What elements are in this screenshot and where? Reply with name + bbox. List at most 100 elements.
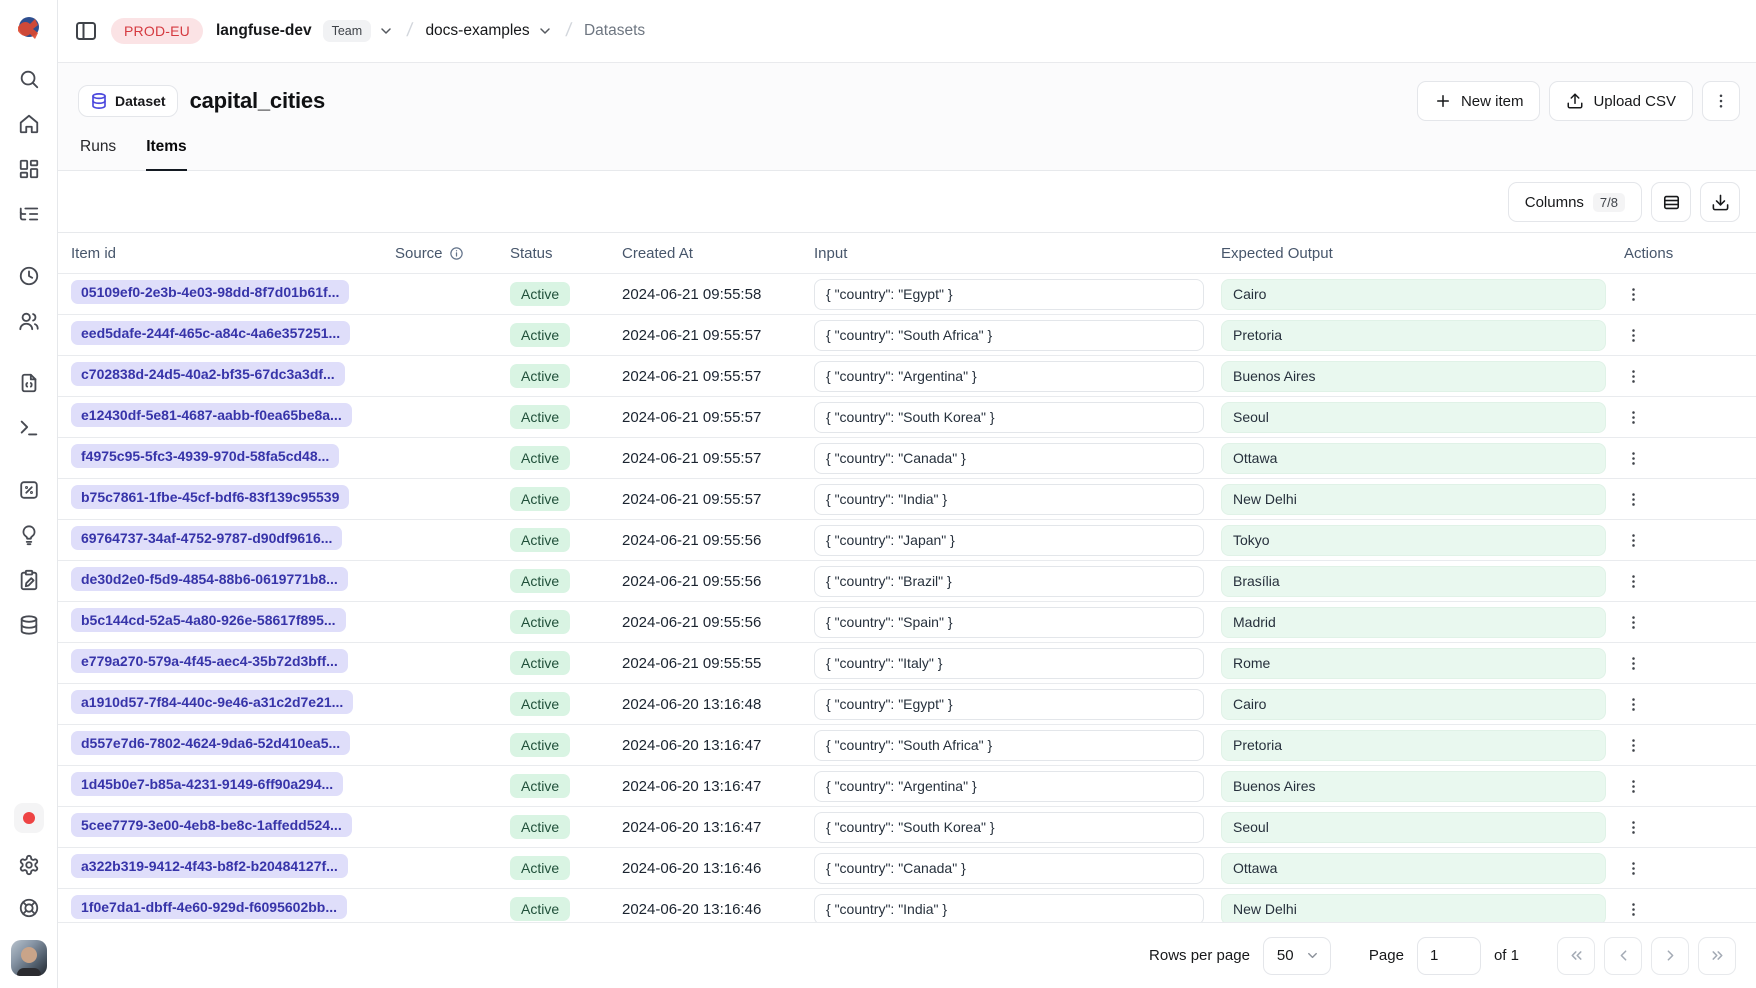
input-cell[interactable]: { "country": "Canada" } [814,443,1204,474]
sidebar-item-prompts[interactable] [17,372,41,394]
next-page-button[interactable] [1651,937,1689,975]
row-height-button[interactable] [1651,182,1691,222]
column-header-status[interactable]: Status [510,245,622,262]
expected-output-cell[interactable]: Ottawa [1221,853,1606,884]
item-id-pill[interactable]: 1f0e7da1-dbff-4e60-929d-f6095602bb... [71,895,347,919]
item-id-pill[interactable]: e12430df-5e81-4687-aabb-f0ea65be8a... [71,403,352,427]
table-row[interactable]: b75c7861-1fbe-45cf-bdf6-83f139c95539 Act… [58,478,1756,519]
expected-output-cell[interactable]: Rome [1221,648,1606,679]
sidebar-item-annotation-queues[interactable] [17,569,41,591]
input-cell[interactable]: { "country": "Egypt" } [814,279,1204,310]
input-cell[interactable]: { "country": "Argentina" } [814,771,1204,802]
sidebar-item-search[interactable] [17,68,41,90]
row-actions-button[interactable] [1618,607,1648,637]
breadcrumb-section[interactable]: Datasets [584,22,645,40]
input-cell[interactable]: { "country": "Italy" } [814,648,1204,679]
expected-output-cell[interactable]: Pretoria [1221,730,1606,761]
expected-output-cell[interactable]: Ottawa [1221,443,1606,474]
sidebar-item-sessions[interactable] [17,265,41,287]
expected-output-cell[interactable]: Pretoria [1221,320,1606,351]
page-number-input[interactable] [1417,937,1481,975]
row-actions-button[interactable] [1618,443,1648,473]
table-row[interactable]: d557e7d6-7802-4624-9da6-52d410ea5... Act… [58,724,1756,765]
expected-output-cell[interactable]: Brasília [1221,566,1606,597]
column-header-created-at[interactable]: Created At [622,245,814,262]
sidebar-item-home[interactable] [17,113,41,135]
input-cell[interactable]: { "country": "Brazil" } [814,566,1204,597]
item-id-pill[interactable]: c702838d-24d5-40a2-bf35-67dc3a3df... [71,362,345,386]
tab-items[interactable]: Items [146,138,187,171]
input-cell[interactable]: { "country": "Egypt" } [814,689,1204,720]
project-switcher-button[interactable] [537,23,553,39]
expected-output-cell[interactable]: Cairo [1221,689,1606,720]
table-row[interactable]: 05109ef0-2e3b-4e03-98dd-8f7d01b61f... Ac… [58,273,1756,314]
input-cell[interactable]: { "country": "Spain" } [814,607,1204,638]
item-id-pill[interactable]: de30d2e0-f5d9-4854-88b6-0619771b8... [71,567,348,591]
sidebar-item-dashboards[interactable] [17,158,41,180]
rows-per-page-select[interactable]: 50 [1263,937,1331,975]
input-cell[interactable]: { "country": "South Africa" } [814,320,1204,351]
table-row[interactable]: e779a270-579a-4f45-aec4-35b72d3bff... Ac… [58,642,1756,683]
input-cell[interactable]: { "country": "South Korea" } [814,812,1204,843]
input-cell[interactable]: { "country": "India" } [814,894,1204,923]
new-item-button[interactable]: New item [1417,81,1541,121]
sidebar-item-tracing[interactable] [17,203,41,225]
column-header-expected-output[interactable]: Expected Output [1221,245,1610,262]
item-id-pill[interactable]: 5cee7779-3e00-4eb8-be8c-1affedd524... [71,813,352,837]
table-row[interactable]: de30d2e0-f5d9-4854-88b6-0619771b8... Act… [58,560,1756,601]
table-row[interactable]: a322b319-9412-4f43-b8f2-b20484127f... Ac… [58,847,1756,888]
sidebar-item-users[interactable] [17,310,41,332]
first-page-button[interactable] [1557,937,1595,975]
row-actions-button[interactable] [1618,730,1648,760]
table-row[interactable]: a1910d57-7f84-440c-9e46-a31c2d7e21... Ac… [58,683,1756,724]
expected-output-cell[interactable]: Seoul [1221,812,1606,843]
row-actions-button[interactable] [1618,279,1648,309]
columns-button[interactable]: Columns 7/8 [1508,182,1642,222]
langfuse-logo[interactable] [15,13,43,41]
input-cell[interactable]: { "country": "South Korea" } [814,402,1204,433]
row-actions-button[interactable] [1618,689,1648,719]
item-id-pill[interactable]: a322b319-9412-4f43-b8f2-b20484127f... [71,854,348,878]
table-row[interactable]: eed5dafe-244f-465c-a84c-4a6e357251... Ac… [58,314,1756,355]
table-row[interactable]: e12430df-5e81-4687-aabb-f0ea65be8a... Ac… [58,396,1756,437]
row-actions-button[interactable] [1618,361,1648,391]
dataset-menu-button[interactable] [1702,81,1740,121]
org-switcher-button[interactable] [378,23,394,39]
input-cell[interactable]: { "country": "Japan" } [814,525,1204,556]
column-header-source[interactable]: Source [395,245,510,262]
table-row[interactable]: b5c144cd-52a5-4a80-926e-58617f895... Act… [58,601,1756,642]
export-button[interactable] [1700,182,1740,222]
last-page-button[interactable] [1698,937,1736,975]
item-id-pill[interactable]: b75c7861-1fbe-45cf-bdf6-83f139c95539 [71,485,349,509]
expected-output-cell[interactable]: New Delhi [1221,484,1606,515]
upload-csv-button[interactable]: Upload CSV [1549,81,1693,121]
expected-output-cell[interactable]: New Delhi [1221,894,1606,923]
expected-output-cell[interactable]: Buenos Aires [1221,361,1606,392]
row-actions-button[interactable] [1618,320,1648,350]
item-id-pill[interactable]: d557e7d6-7802-4624-9da6-52d410ea5... [71,731,350,755]
row-actions-button[interactable] [1618,812,1648,842]
item-id-pill[interactable]: b5c144cd-52a5-4a80-926e-58617f895... [71,608,346,632]
item-id-pill[interactable]: f4975c95-5fc3-4939-970d-58fa5cd48... [71,444,339,468]
item-id-pill[interactable]: a1910d57-7f84-440c-9e46-a31c2d7e21... [71,690,353,714]
table-row[interactable]: 1f0e7da1-dbff-4e60-929d-f6095602bb... Ac… [58,888,1756,922]
org-name[interactable]: langfuse-dev [216,22,312,40]
status-indicator-button[interactable] [14,803,44,833]
row-actions-button[interactable] [1618,566,1648,596]
table-row[interactable]: c702838d-24d5-40a2-bf35-67dc3a3df... Act… [58,355,1756,396]
tab-runs[interactable]: Runs [80,138,116,171]
project-name[interactable]: docs-examples [425,22,529,40]
table-row[interactable]: 1d45b0e7-b85a-4231-9149-6ff90a294... Act… [58,765,1756,806]
item-id-pill[interactable]: 05109ef0-2e3b-4e03-98dd-8f7d01b61f... [71,280,349,304]
row-actions-button[interactable] [1618,894,1648,922]
previous-page-button[interactable] [1604,937,1642,975]
expected-output-cell[interactable]: Tokyo [1221,525,1606,556]
expected-output-cell[interactable]: Buenos Aires [1221,771,1606,802]
input-cell[interactable]: { "country": "Argentina" } [814,361,1204,392]
sidebar-item-support[interactable] [17,897,41,919]
user-avatar[interactable] [11,940,47,976]
item-id-pill[interactable]: e779a270-579a-4f45-aec4-35b72d3bff... [71,649,348,673]
row-actions-button[interactable] [1618,648,1648,678]
item-id-pill[interactable]: 69764737-34af-4752-9787-d90df9616... [71,526,342,550]
expected-output-cell[interactable]: Cairo [1221,279,1606,310]
